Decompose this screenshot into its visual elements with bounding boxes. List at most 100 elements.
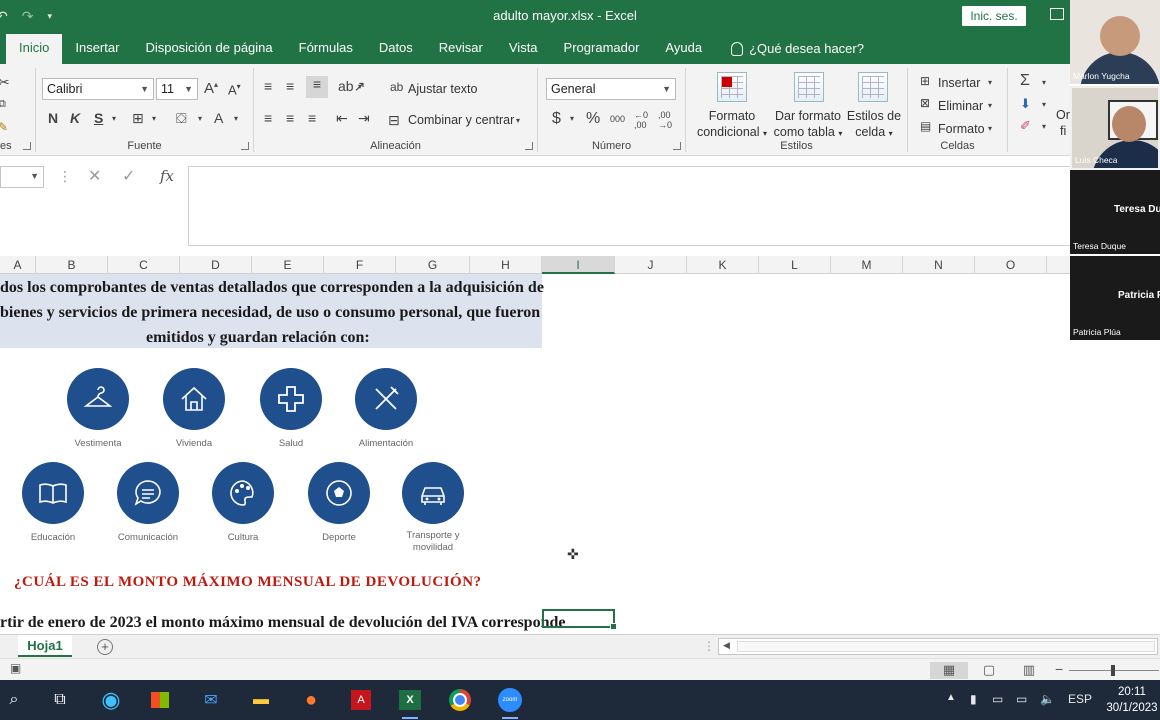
wrap-text-button[interactable]: Ajustar texto — [408, 82, 477, 96]
clear-eraser-icon[interactable]: ✐ — [1020, 118, 1031, 134]
increase-indent-icon[interactable]: ⇥ — [358, 110, 370, 127]
cell-styles-icon[interactable] — [858, 72, 888, 102]
network-icon[interactable]: ▭ — [1016, 692, 1027, 706]
cell-styles-button[interactable]: Estilos de celda ▾ — [844, 108, 904, 142]
column-header-a[interactable]: A — [0, 256, 36, 274]
page-break-view-icon[interactable]: ▥ — [1010, 662, 1048, 679]
column-header-c[interactable]: C — [108, 256, 180, 274]
normal-view-icon[interactable]: ▦ — [930, 662, 968, 679]
tab-splitter-icon[interactable]: ⋮ — [703, 639, 715, 653]
system-clock[interactable]: 20:11 30/1/2023 — [1104, 684, 1160, 716]
bold-button[interactable]: N — [48, 110, 58, 126]
column-header-n[interactable]: N — [903, 256, 975, 274]
tab-disposicion[interactable]: Disposición de página — [132, 34, 285, 64]
fill-down-icon[interactable]: ⬇ — [1020, 96, 1031, 112]
underline-button[interactable]: S — [94, 110, 103, 126]
conditional-format-button[interactable]: Formato condicional ▾ — [694, 108, 770, 142]
ribbon-display-options-icon[interactable] — [1050, 8, 1064, 20]
chevron-down-icon[interactable]: ▾ — [988, 101, 992, 110]
chevron-down-icon[interactable]: ▾ — [198, 114, 202, 123]
insert-function-button[interactable]: fx — [160, 167, 174, 185]
number-format-combo[interactable]: General ▼ — [546, 78, 676, 100]
task-view-icon[interactable]: ⧉ — [46, 686, 74, 714]
search-icon[interactable]: ⌕ — [0, 686, 28, 714]
column-header-k[interactable]: K — [687, 256, 759, 274]
clipboard-launcher-icon[interactable] — [23, 142, 31, 150]
column-header-m[interactable]: M — [831, 256, 903, 274]
selected-cell[interactable] — [542, 609, 617, 630]
shrink-font-icon[interactable]: A▾ — [228, 82, 241, 97]
number-launcher-icon[interactable] — [673, 142, 681, 150]
scroll-left-icon[interactable]: ◀ — [723, 640, 730, 651]
participant-tile-luis[interactable]: Luis Checa — [1070, 86, 1160, 170]
store-icon[interactable] — [146, 686, 174, 714]
cut-icon[interactable]: ✂ — [0, 74, 10, 91]
conditional-format-icon[interactable] — [717, 72, 747, 102]
splitter-dots-icon[interactable]: ⋮ — [58, 168, 72, 185]
chevron-down-icon[interactable]: ▾ — [152, 114, 156, 123]
autosum-button[interactable]: Σ — [1020, 72, 1030, 90]
chevron-up-icon[interactable]: ▲ — [946, 692, 956, 703]
chevron-down-icon[interactable]: ▾ — [1042, 122, 1046, 131]
confirm-entry-button[interactable]: ✓ — [122, 166, 135, 186]
battery-icon[interactable]: ▭ — [992, 692, 1003, 706]
font-color-icon[interactable]: A — [214, 110, 223, 126]
page-layout-view-icon[interactable]: ▢ — [970, 662, 1008, 679]
copy-icon[interactable]: ⧉ — [0, 98, 6, 111]
chevron-down-icon[interactable]: ▾ — [234, 114, 238, 123]
delete-cells-icon[interactable]: ⊠ — [920, 96, 930, 110]
column-header-g[interactable]: G — [396, 256, 470, 274]
acrobat-icon[interactable]: A — [347, 686, 375, 714]
chevron-down-icon[interactable]: ▾ — [1042, 78, 1046, 87]
excel-taskbar-icon[interactable]: X — [396, 686, 424, 719]
text-box-shape[interactable]: dos los comprobantes de ventas detallado… — [0, 274, 544, 348]
tell-me-search[interactable]: ¿Qué desea hacer? — [715, 34, 877, 64]
column-header-o[interactable]: O — [975, 256, 1047, 274]
percent-button[interactable]: % — [586, 110, 600, 128]
sort-filter-button[interactable]: Or — [1056, 108, 1070, 122]
currency-button[interactable]: $ — [552, 110, 561, 128]
format-as-table-button[interactable]: Dar formato como tabla ▾ — [770, 108, 846, 142]
thousands-button[interactable]: 000 — [610, 114, 625, 124]
column-header-f[interactable]: F — [324, 256, 396, 274]
participant-tile-marlon[interactable]: Marlon Yugcha — [1070, 0, 1160, 84]
column-header-e[interactable]: E — [252, 256, 324, 274]
font-size-combo[interactable]: 11 ▼ — [156, 78, 198, 100]
increase-decimal-icon[interactable]: ←0,00 — [634, 110, 654, 130]
grow-font-icon[interactable]: A▴ — [204, 80, 218, 97]
italic-button[interactable]: K — [70, 110, 80, 126]
column-header-d[interactable]: D — [180, 256, 252, 274]
tab-inicio[interactable]: Inicio — [6, 34, 63, 64]
zoom-slider[interactable]: − — [1055, 661, 1160, 679]
edge-browser-icon[interactable]: ◉ — [97, 686, 125, 714]
format-painter-icon[interactable]: ✎ — [0, 120, 8, 134]
chevron-down-icon[interactable]: ▾ — [988, 124, 992, 133]
borders-icon[interactable]: ⊞ — [132, 110, 144, 127]
mail-icon[interactable]: ✉ — [197, 686, 225, 714]
worksheet-grid[interactable]: dos los comprobantes de ventas detallado… — [0, 274, 1160, 634]
align-right-icon[interactable]: ≡ — [308, 110, 316, 126]
formula-input[interactable] — [188, 166, 1070, 246]
align-middle-icon[interactable]: ≡ — [286, 78, 294, 94]
column-header-l[interactable]: L — [759, 256, 831, 274]
file-explorer-icon[interactable]: ▬ — [247, 686, 275, 714]
align-center-icon[interactable]: ≡ — [286, 110, 294, 126]
delete-cells-button[interactable]: Eliminar — [938, 99, 983, 113]
participant-tile-patricia[interactable]: Patricia P Patricia Plúa — [1070, 256, 1160, 340]
font-name-combo[interactable]: Calibri ▼ — [42, 78, 154, 100]
scroll-thumb[interactable] — [737, 641, 1155, 652]
microphone-icon[interactable]: ▮ — [970, 692, 977, 706]
merge-center-button[interactable]: Combinar y centrar — [408, 113, 514, 127]
add-sheet-button[interactable]: + — [97, 639, 113, 655]
format-cells-button[interactable]: Formato — [938, 122, 985, 136]
format-as-table-icon[interactable] — [794, 72, 824, 102]
zoom-app-icon[interactable]: zoom — [496, 686, 524, 719]
decrease-decimal-icon[interactable]: ,00 →0 — [658, 110, 678, 130]
column-header-b[interactable]: B — [36, 256, 108, 274]
column-header-h[interactable]: H — [470, 256, 542, 274]
volume-icon[interactable]: 🔈 — [1040, 692, 1055, 706]
tab-vista[interactable]: Vista — [496, 34, 551, 64]
sign-in-button[interactable]: Inic. ses. — [962, 6, 1026, 26]
zoom-knob[interactable] — [1111, 665, 1115, 676]
firefox-icon[interactable]: ● — [297, 686, 325, 714]
